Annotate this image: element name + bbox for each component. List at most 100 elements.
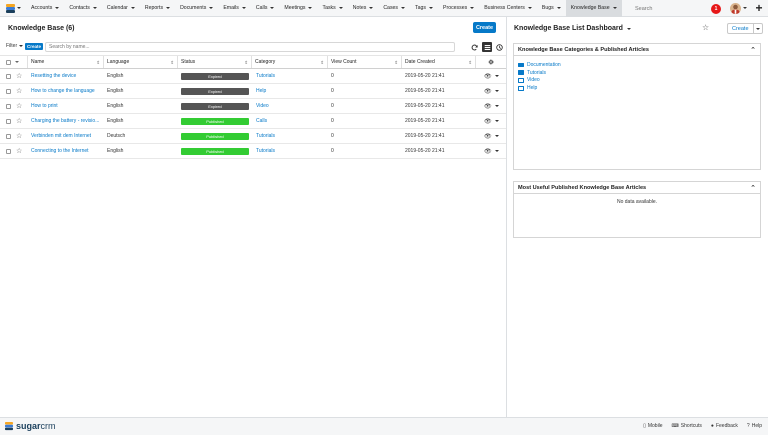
preview-eye-icon[interactable]: 👁 [484, 69, 492, 83]
chevron-down-icon [626, 27, 631, 30]
table-row[interactable]: ☆ How to print English Expired Video 0 2019-05… [0, 99, 506, 114]
nav-tab-emails[interactable]: Emails [218, 0, 251, 17]
nav-tab-knowledge-base[interactable]: Knowledge Base [565, 0, 622, 17]
nav-tab-cases[interactable]: Cases [378, 0, 410, 17]
select-all-checkbox[interactable] [6, 59, 11, 65]
nav-tab-tags[interactable]: Tags [410, 0, 438, 17]
record-language: English [107, 88, 124, 94]
dashboard-title-dropdown[interactable]: Knowledge Base List Dashboard [514, 25, 631, 32]
category-item[interactable]: Help [518, 84, 760, 92]
record-view-count: 0 [331, 133, 334, 139]
preview-eye-icon[interactable]: 👁 [484, 99, 492, 113]
record-category-link[interactable]: Tutorials [256, 144, 326, 158]
column-header-name[interactable]: Name ⇕ [28, 56, 104, 68]
column-settings-gear-icon[interactable] [476, 56, 506, 68]
favorite-star-icon[interactable]: ☆ [16, 114, 24, 128]
column-header-status[interactable]: Status ⇕ [178, 56, 252, 68]
filter-dropdown[interactable]: Filter [6, 43, 24, 49]
activity-stream-icon[interactable] [494, 42, 504, 52]
record-category-link[interactable]: Help [256, 84, 326, 98]
nav-tab-notes[interactable]: Notes [348, 0, 379, 17]
column-header-language[interactable]: Language ⇕ [104, 56, 178, 68]
record-name-link[interactable]: Charging the battery - revisio... [31, 114, 103, 128]
quick-create-plus-icon[interactable]: + [752, 1, 766, 15]
table-row[interactable]: ☆ Resetting the device English Expired Tutor… [0, 69, 506, 84]
row-checkbox[interactable] [6, 84, 14, 98]
nav-tab-business-centers[interactable]: Business Centers [479, 0, 537, 17]
home-menu-button[interactable] [0, 0, 26, 17]
row-actions-chevron-down-icon[interactable] [495, 99, 501, 113]
row-checkbox[interactable] [6, 129, 14, 143]
record-name-link[interactable]: Resetting the device [31, 69, 103, 83]
nav-tab-calls[interactable]: Calls [251, 0, 280, 17]
table-row[interactable]: ☆ How to change the language English Expire… [0, 84, 506, 99]
category-item[interactable]: Tutorials [518, 69, 760, 77]
nav-tab-accounts[interactable]: Accounts [26, 0, 64, 17]
chevron-down-icon[interactable] [15, 61, 19, 63]
table-row[interactable]: ☆ Charging the battery - revisio... Englis… [0, 114, 506, 129]
create-button[interactable]: Create [473, 22, 496, 33]
list-view-toggle-icon[interactable] [482, 42, 492, 52]
favorite-star-icon[interactable]: ☆ [16, 84, 24, 98]
record-name-link[interactable]: How to change the language [31, 84, 103, 98]
favorite-star-icon[interactable]: ☆ [16, 144, 24, 158]
footer-link-help[interactable]: ? Help [747, 423, 762, 429]
row-checkbox[interactable] [6, 69, 14, 83]
column-header-category[interactable]: Category ⇕ [252, 56, 328, 68]
chevron-down-icon[interactable] [753, 24, 762, 33]
nav-tab-reports[interactable]: Reports [140, 0, 175, 17]
sugarcrm-logo[interactable]: sugarcrm [4, 421, 56, 431]
column-header-view-count[interactable]: View Count ⇕ [328, 56, 402, 68]
row-actions-chevron-down-icon[interactable] [495, 114, 501, 128]
nav-tab-meetings[interactable]: Meetings [279, 0, 317, 17]
footer-link-mobile[interactable]: ▯ Mobile [643, 423, 663, 429]
category-item[interactable]: Documentation [518, 61, 760, 69]
footer-link-shortcuts[interactable]: ⌨ Shortcuts [672, 423, 702, 429]
row-actions-chevron-down-icon[interactable] [495, 129, 501, 143]
record-name-link[interactable]: Connecting to the Internet [31, 144, 103, 158]
favorite-star-icon[interactable]: ☆ [16, 69, 24, 83]
global-search-input[interactable] [635, 3, 703, 14]
row-actions-chevron-down-icon[interactable] [495, 69, 501, 83]
nav-tab-calendar[interactable]: Calendar [102, 0, 140, 17]
favorite-star-icon[interactable]: ☆ [16, 129, 24, 143]
column-header-date-created[interactable]: Date Created ⇕ [402, 56, 476, 68]
pane-divider[interactable] [506, 17, 507, 417]
nav-tab-tasks[interactable]: Tasks [317, 0, 347, 17]
nav-tab-bugs[interactable]: Bugs [537, 0, 566, 17]
table-row[interactable]: ☆ Connecting to the Internet English Publis… [0, 144, 506, 159]
record-category-link[interactable]: Video [256, 99, 326, 113]
record-category-link[interactable]: Tutorials [256, 129, 326, 143]
user-avatar[interactable] [730, 3, 741, 14]
preview-eye-icon[interactable]: 👁 [484, 129, 492, 143]
row-actions-chevron-down-icon[interactable] [495, 84, 501, 98]
footer-link-feedback[interactable]: ● Feedback [711, 423, 738, 429]
preview-eye-icon[interactable]: 👁 [484, 84, 492, 98]
notifications-badge[interactable]: 1 [711, 4, 721, 14]
table-row[interactable]: ☆ Verbinden mit dem Internet Deutsch Publis… [0, 129, 506, 144]
collapse-icon[interactable]: ⌃ [750, 46, 756, 54]
filter-create-button[interactable]: Create [25, 43, 44, 50]
record-category-link[interactable]: Tutorials [256, 69, 326, 83]
record-name-link[interactable]: Verbinden mit dem Internet [31, 129, 103, 143]
refresh-icon[interactable] [469, 42, 479, 52]
chevron-down-icon[interactable] [743, 7, 747, 9]
record-name-link[interactable]: How to print [31, 99, 103, 113]
preview-eye-icon[interactable]: 👁 [484, 144, 492, 158]
nav-tab-contacts[interactable]: Contacts [64, 0, 101, 17]
preview-eye-icon[interactable]: 👁 [484, 114, 492, 128]
row-actions-chevron-down-icon[interactable] [495, 144, 501, 158]
row-checkbox[interactable] [6, 144, 14, 158]
row-checkbox[interactable] [6, 114, 14, 128]
nav-tab-processes[interactable]: Processes [438, 0, 479, 17]
category-item[interactable]: Video [518, 77, 760, 85]
collapse-icon[interactable]: ⌃ [750, 184, 756, 192]
chevron-down-icon [130, 7, 135, 9]
favorite-star-icon[interactable]: ☆ [16, 99, 24, 113]
dashboard-create-button[interactable]: Create [727, 23, 763, 34]
favorite-star-icon[interactable]: ☆ [702, 23, 709, 32]
search-input[interactable] [45, 42, 455, 52]
row-checkbox[interactable] [6, 99, 14, 113]
nav-tab-documents[interactable]: Documents [175, 0, 218, 17]
record-category-link[interactable]: Calls [256, 114, 326, 128]
